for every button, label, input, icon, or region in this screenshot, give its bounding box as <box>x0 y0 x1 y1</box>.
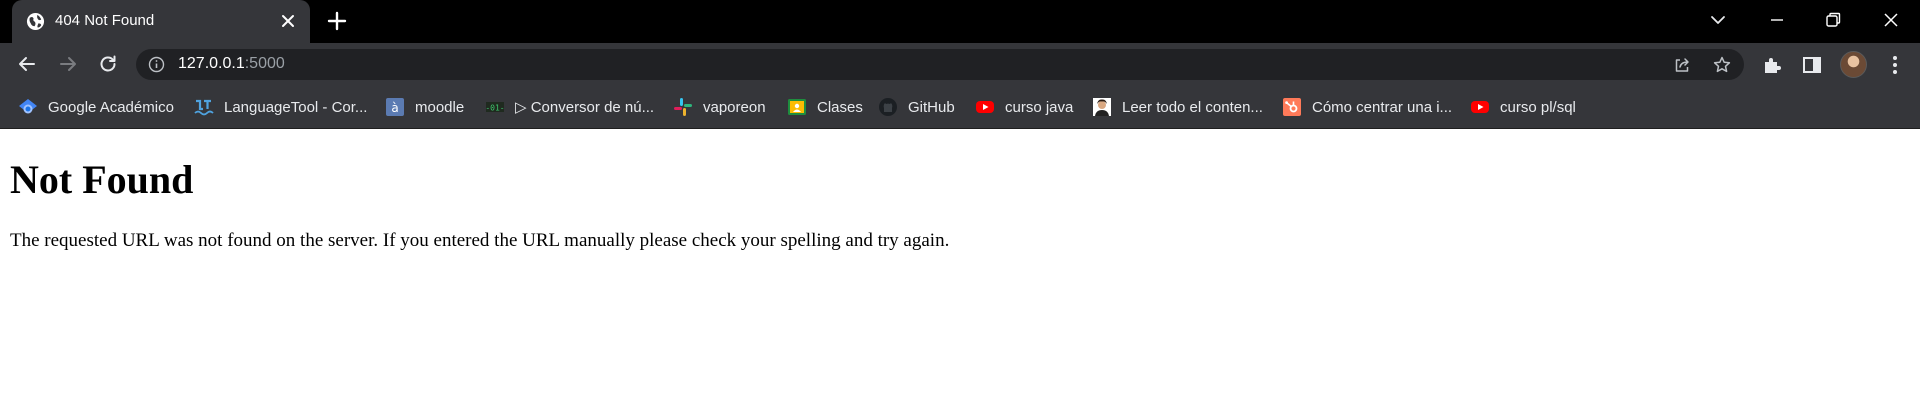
bookmark-label: Cómo centrar una i... <box>1312 98 1453 116</box>
youtube-icon <box>1471 101 1489 113</box>
bookmark-label: GitHub <box>908 98 955 116</box>
close-window-icon[interactable] <box>1879 8 1903 32</box>
bookmark-leer-todo[interactable]: Leer todo el conten... <box>1092 95 1263 119</box>
page-heading: Not Found <box>10 157 194 202</box>
back-arrow-icon[interactable] <box>15 52 39 76</box>
bookmark-label: curso java <box>1005 98 1074 116</box>
restore-icon[interactable] <box>1821 8 1845 32</box>
bookmark-label: vaporeon <box>703 98 766 116</box>
globe-icon <box>26 12 45 31</box>
tab-title: 404 Not Found <box>55 12 155 29</box>
minimize-icon[interactable] <box>1765 8 1789 32</box>
site-info-icon[interactable] <box>148 56 165 73</box>
bookmark-label: Clases <box>817 98 863 116</box>
bookmark-curso-plsql[interactable]: curso pl/sql <box>1470 95 1576 119</box>
person-photo-icon <box>1093 98 1111 116</box>
youtube-icon <box>976 101 994 113</box>
tab-active[interactable]: 404 Not Found <box>12 0 310 43</box>
new-tab-plus-icon[interactable] <box>326 10 348 32</box>
bookmark-star-icon[interactable] <box>1712 55 1732 75</box>
google-classroom-icon <box>788 99 806 115</box>
bookmark-clases[interactable]: Clases <box>787 95 863 119</box>
svg-text:-01-: -01- <box>485 104 504 113</box>
browser-toolbar: 127.0.0.1:5000 <box>0 43 1920 86</box>
forward-arrow-icon[interactable] <box>56 52 80 76</box>
tab-strip: 404 Not Found <box>0 0 1920 43</box>
bookmarks-bar: Google Académico LanguageTool - Cor... à… <box>0 86 1920 129</box>
svg-text:à: à <box>391 101 398 115</box>
url-host: 127.0.0.1 <box>178 55 245 72</box>
hubspot-icon <box>1283 98 1301 116</box>
bookmark-label: Leer todo el conten... <box>1122 98 1263 116</box>
bookmark-como-centrar[interactable]: Cómo centrar una i... <box>1282 95 1452 119</box>
close-tab-icon[interactable] <box>280 13 296 29</box>
address-bar[interactable]: 127.0.0.1:5000 <box>136 49 1744 80</box>
bookmark-moodle[interactable]: à moodle <box>385 95 464 119</box>
slack-icon <box>674 98 692 116</box>
bookmark-conversor[interactable]: -01- ▷ Conversor de nú... <box>485 95 654 119</box>
google-scholar-icon <box>19 99 37 114</box>
share-icon[interactable] <box>1672 55 1692 75</box>
url-text[interactable]: 127.0.0.1:5000 <box>178 54 285 74</box>
url-port: :5000 <box>244 55 285 72</box>
error-message: The requested URL was not found on the s… <box>10 230 950 251</box>
github-icon <box>879 98 897 116</box>
bookmark-languagetool[interactable]: LanguageTool - Cor... <box>194 95 367 119</box>
bookmark-google-academico[interactable]: Google Académico <box>18 95 174 119</box>
bookmark-label: LanguageTool - Cor... <box>224 98 368 116</box>
bookmark-vaporeon[interactable]: vaporeon <box>673 95 766 119</box>
languagetool-icon <box>194 99 214 116</box>
bookmark-github[interactable]: GitHub <box>878 95 955 119</box>
extensions-puzzle-icon[interactable] <box>1761 54 1783 76</box>
profile-avatar[interactable] <box>1840 51 1867 78</box>
side-panel-icon[interactable] <box>1801 54 1823 76</box>
bookmark-label: ▷ Conversor de nú... <box>515 99 655 116</box>
page-content: Not Found The requested URL was not foun… <box>0 130 1920 400</box>
moodle-icon: à <box>386 98 404 116</box>
binary-converter-icon: -01- <box>485 102 505 113</box>
tab-search-chevron-icon[interactable] <box>1708 10 1728 30</box>
bookmark-label: curso pl/sql <box>1500 98 1576 116</box>
bookmark-curso-java[interactable]: curso java <box>975 95 1073 119</box>
bookmark-label: Google Académico <box>48 98 174 116</box>
reload-icon[interactable] <box>96 52 120 76</box>
bookmark-label: moodle <box>415 98 465 116</box>
kebab-menu-icon[interactable] <box>1885 54 1905 76</box>
